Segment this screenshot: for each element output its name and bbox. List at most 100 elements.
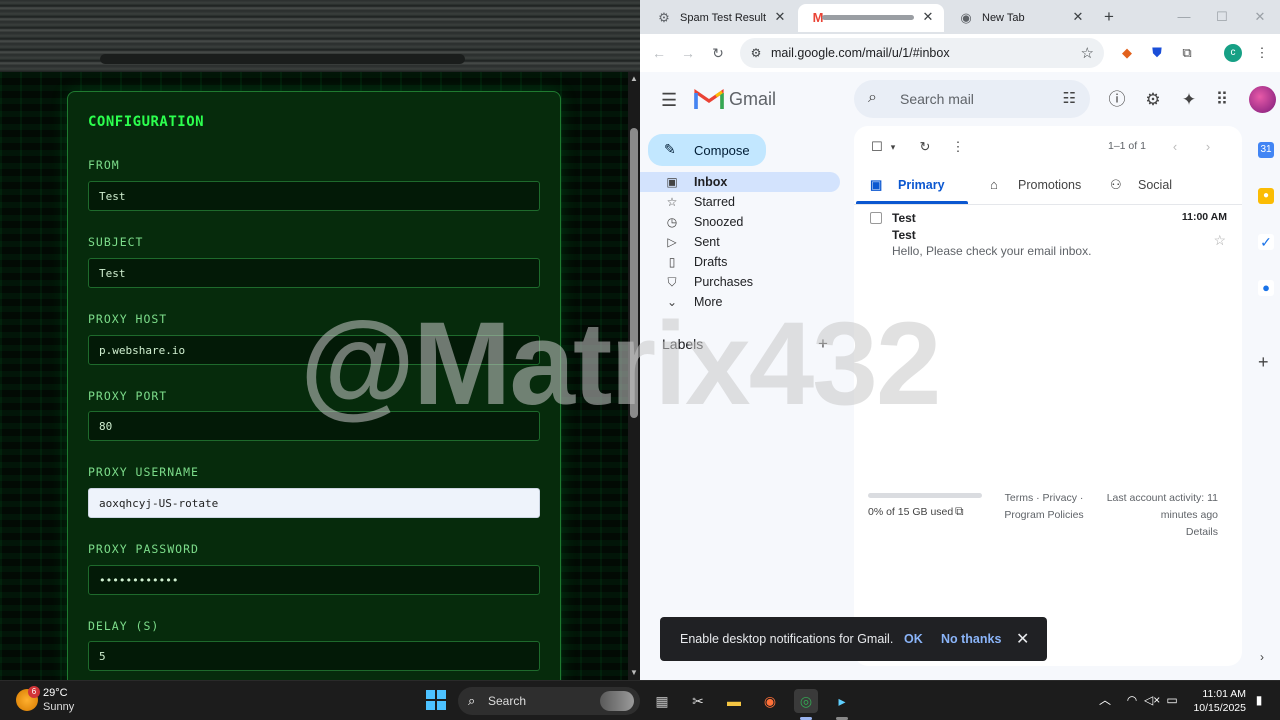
add-label-plus-icon[interactable]: + bbox=[818, 334, 828, 354]
nav-item-purchases[interactable]: ⛉ Purchases bbox=[640, 272, 840, 292]
notifications-icon[interactable]: ▮ bbox=[1251, 692, 1267, 708]
extension-fox-icon[interactable]: ◆ bbox=[1118, 44, 1136, 62]
subject-input[interactable]: Test bbox=[88, 258, 540, 288]
extension-shield-icon[interactable]: ⛊ bbox=[1148, 44, 1166, 62]
search-placeholder[interactable]: Search mail bbox=[900, 91, 974, 107]
new-tab-plus-icon[interactable]: + bbox=[1100, 8, 1118, 26]
help-icon[interactable]: ⓘ bbox=[1106, 89, 1128, 111]
close-icon[interactable]: ✕ bbox=[772, 9, 788, 25]
nav-item-starred[interactable]: ☆ Starred bbox=[640, 192, 840, 212]
tab-social[interactable]: ⚇ Social bbox=[1110, 168, 1200, 206]
snackbar-ok-button[interactable]: OK bbox=[904, 632, 923, 646]
extensions-puzzle-icon[interactable]: ⧉ bbox=[1178, 44, 1196, 62]
draft-icon: ▯ bbox=[668, 255, 676, 269]
details-link[interactable]: Details bbox=[1186, 526, 1218, 538]
weather-condition[interactable]: Sunny bbox=[43, 701, 74, 713]
contacts-icon[interactable]: ● bbox=[1258, 280, 1274, 296]
address-bar[interactable]: ⚙ mail.google.com/mail/u/1/#inbox ☆ bbox=[740, 38, 1104, 68]
expand-panel-chevron-icon[interactable]: › bbox=[1260, 650, 1264, 664]
nav-item-sent[interactable]: ▷ Sent bbox=[640, 232, 840, 252]
forward-arrow-icon[interactable]: → bbox=[679, 44, 697, 62]
snackbar-text: Enable desktop notifications for Gmail. bbox=[680, 632, 894, 646]
nav-item-inbox[interactable]: ▣ Inbox bbox=[640, 172, 840, 192]
terminal-icon[interactable]: ▸ bbox=[830, 689, 854, 713]
bag-icon: ⛉ bbox=[667, 275, 677, 289]
firefox-icon[interactable]: ◉ bbox=[758, 689, 782, 713]
tray-overflow-chevron-icon[interactable]: ︿ bbox=[1097, 692, 1113, 708]
scroll-down-icon[interactable]: ▼ bbox=[629, 668, 639, 678]
nav-item-more[interactable]: ⌄ More bbox=[640, 292, 840, 312]
nav-item-drafts[interactable]: ▯ Drafts bbox=[640, 252, 840, 272]
search-mail-bar[interactable]: ⌕ Search mail ☷ bbox=[854, 80, 1090, 118]
proxy-host-input[interactable]: p.webshare.io bbox=[88, 335, 540, 365]
open-storage-icon[interactable]: ⧉ bbox=[955, 504, 964, 519]
close-icon[interactable]: ✕ bbox=[1070, 9, 1086, 25]
reload-icon[interactable]: ↻ bbox=[709, 44, 727, 62]
tab-promotions[interactable]: ⌂ Promotions bbox=[990, 168, 1100, 206]
back-arrow-icon[interactable]: ← bbox=[650, 44, 668, 62]
star-icon[interactable]: ☆ bbox=[1213, 232, 1226, 249]
file-explorer-icon[interactable]: ▬ bbox=[722, 689, 746, 713]
apps-grid-icon[interactable]: ⠿ bbox=[1211, 89, 1233, 111]
kebab-menu-icon[interactable]: ⋮ bbox=[1253, 44, 1271, 62]
tab-new-tab[interactable]: ◉ New Tab ✕ bbox=[946, 4, 1094, 32]
snipping-tool-icon[interactable]: ✂ bbox=[686, 689, 710, 713]
tasks-icon[interactable]: ✓ bbox=[1258, 234, 1274, 250]
inbox-icon: ▣ bbox=[666, 175, 678, 189]
account-avatar[interactable] bbox=[1249, 86, 1276, 113]
gmail-logo-text[interactable]: Gmail bbox=[729, 89, 776, 110]
battery-icon[interactable]: ▭ bbox=[1164, 692, 1180, 708]
gemini-sparkle-icon[interactable]: ✦ bbox=[1178, 89, 1200, 111]
wifi-icon[interactable]: ◠ bbox=[1124, 692, 1140, 708]
proxy-username-input[interactable]: aoxqhcyj-US-rotate bbox=[88, 488, 540, 518]
nav-item-snoozed[interactable]: ◷ Snoozed bbox=[640, 212, 840, 232]
gmail-logo-icon[interactable] bbox=[694, 87, 724, 111]
row-checkbox[interactable] bbox=[870, 212, 882, 224]
search-options-icon[interactable]: ☷ bbox=[1063, 89, 1076, 107]
chevron-down-icon: ⌄ bbox=[666, 295, 678, 309]
tab-gmail[interactable]: M ✕ bbox=[798, 4, 944, 32]
people-icon: ⚇ bbox=[1110, 177, 1122, 192]
proxy-password-input[interactable]: •••••••••••• bbox=[88, 565, 540, 595]
bookmark-star-icon[interactable]: ☆ bbox=[1081, 44, 1094, 62]
footer-links[interactable]: Terms · Privacy · Program Policies bbox=[984, 490, 1104, 524]
prev-page-icon[interactable]: ‹ bbox=[1166, 138, 1184, 156]
proxy-port-input[interactable]: 80 bbox=[88, 411, 540, 441]
scroll-up-icon[interactable]: ▲ bbox=[629, 74, 639, 84]
email-row[interactable]: Test Test Hello, Please check your email… bbox=[854, 206, 1242, 262]
windows-start-icon[interactable] bbox=[426, 690, 446, 710]
next-page-icon[interactable]: › bbox=[1199, 138, 1217, 156]
system-clock[interactable]: 11:01 AM 10/15/2025 bbox=[1188, 687, 1246, 715]
url-text[interactable]: mail.google.com/mail/u/1/#inbox bbox=[771, 46, 950, 60]
minimize-icon[interactable]: — bbox=[1174, 8, 1194, 26]
more-options-icon[interactable]: ⋮ bbox=[949, 138, 967, 156]
settings-gear-icon[interactable]: ⚙ bbox=[1142, 89, 1164, 111]
scrollbar-thumb[interactable] bbox=[630, 128, 638, 418]
close-icon[interactable]: ✕ bbox=[920, 9, 936, 25]
tab-spam-test-result[interactable]: ⚙ Spam Test Result ✕ bbox=[644, 4, 796, 32]
close-icon[interactable]: ✕ bbox=[1016, 629, 1029, 649]
from-input[interactable]: Test bbox=[88, 181, 540, 211]
task-view-icon[interactable]: ▦ bbox=[650, 689, 674, 713]
site-info-icon[interactable]: ⚙ bbox=[748, 45, 764, 61]
weather-temperature[interactable]: 29°C bbox=[43, 687, 68, 699]
window-close-icon[interactable]: ✕ bbox=[1250, 8, 1270, 26]
calendar-icon[interactable]: 31 bbox=[1258, 142, 1274, 158]
search-icon[interactable]: ⌕ bbox=[868, 89, 877, 107]
maximize-icon[interactable]: ☐ bbox=[1212, 8, 1232, 26]
refresh-icon[interactable]: ↻ bbox=[916, 138, 934, 156]
chrome-icon[interactable]: ◎ bbox=[794, 689, 818, 713]
delay-input[interactable]: 5 bbox=[88, 641, 540, 671]
profile-avatar[interactable]: c bbox=[1224, 44, 1242, 62]
get-addons-plus-icon[interactable]: + bbox=[1258, 352, 1269, 373]
matrix-app-window: CONFIGURATION FROM Test SUBJECT Test PRO… bbox=[0, 0, 640, 680]
compose-button[interactable]: ✎ Compose bbox=[648, 134, 766, 166]
vertical-scrollbar[interactable]: ▲ ▼ bbox=[628, 72, 640, 680]
snackbar-no-thanks-button[interactable]: No thanks bbox=[941, 632, 1001, 646]
hamburger-menu-icon[interactable]: ☰ bbox=[661, 90, 677, 111]
keep-icon[interactable]: ● bbox=[1258, 188, 1274, 204]
taskbar-search[interactable]: ⌕ Search bbox=[458, 687, 640, 715]
speaker-muted-icon[interactable]: ◁× bbox=[1144, 692, 1160, 708]
select-dropdown-icon[interactable]: ▾ bbox=[884, 138, 902, 156]
clock-date: 10/15/2025 bbox=[1193, 702, 1246, 714]
